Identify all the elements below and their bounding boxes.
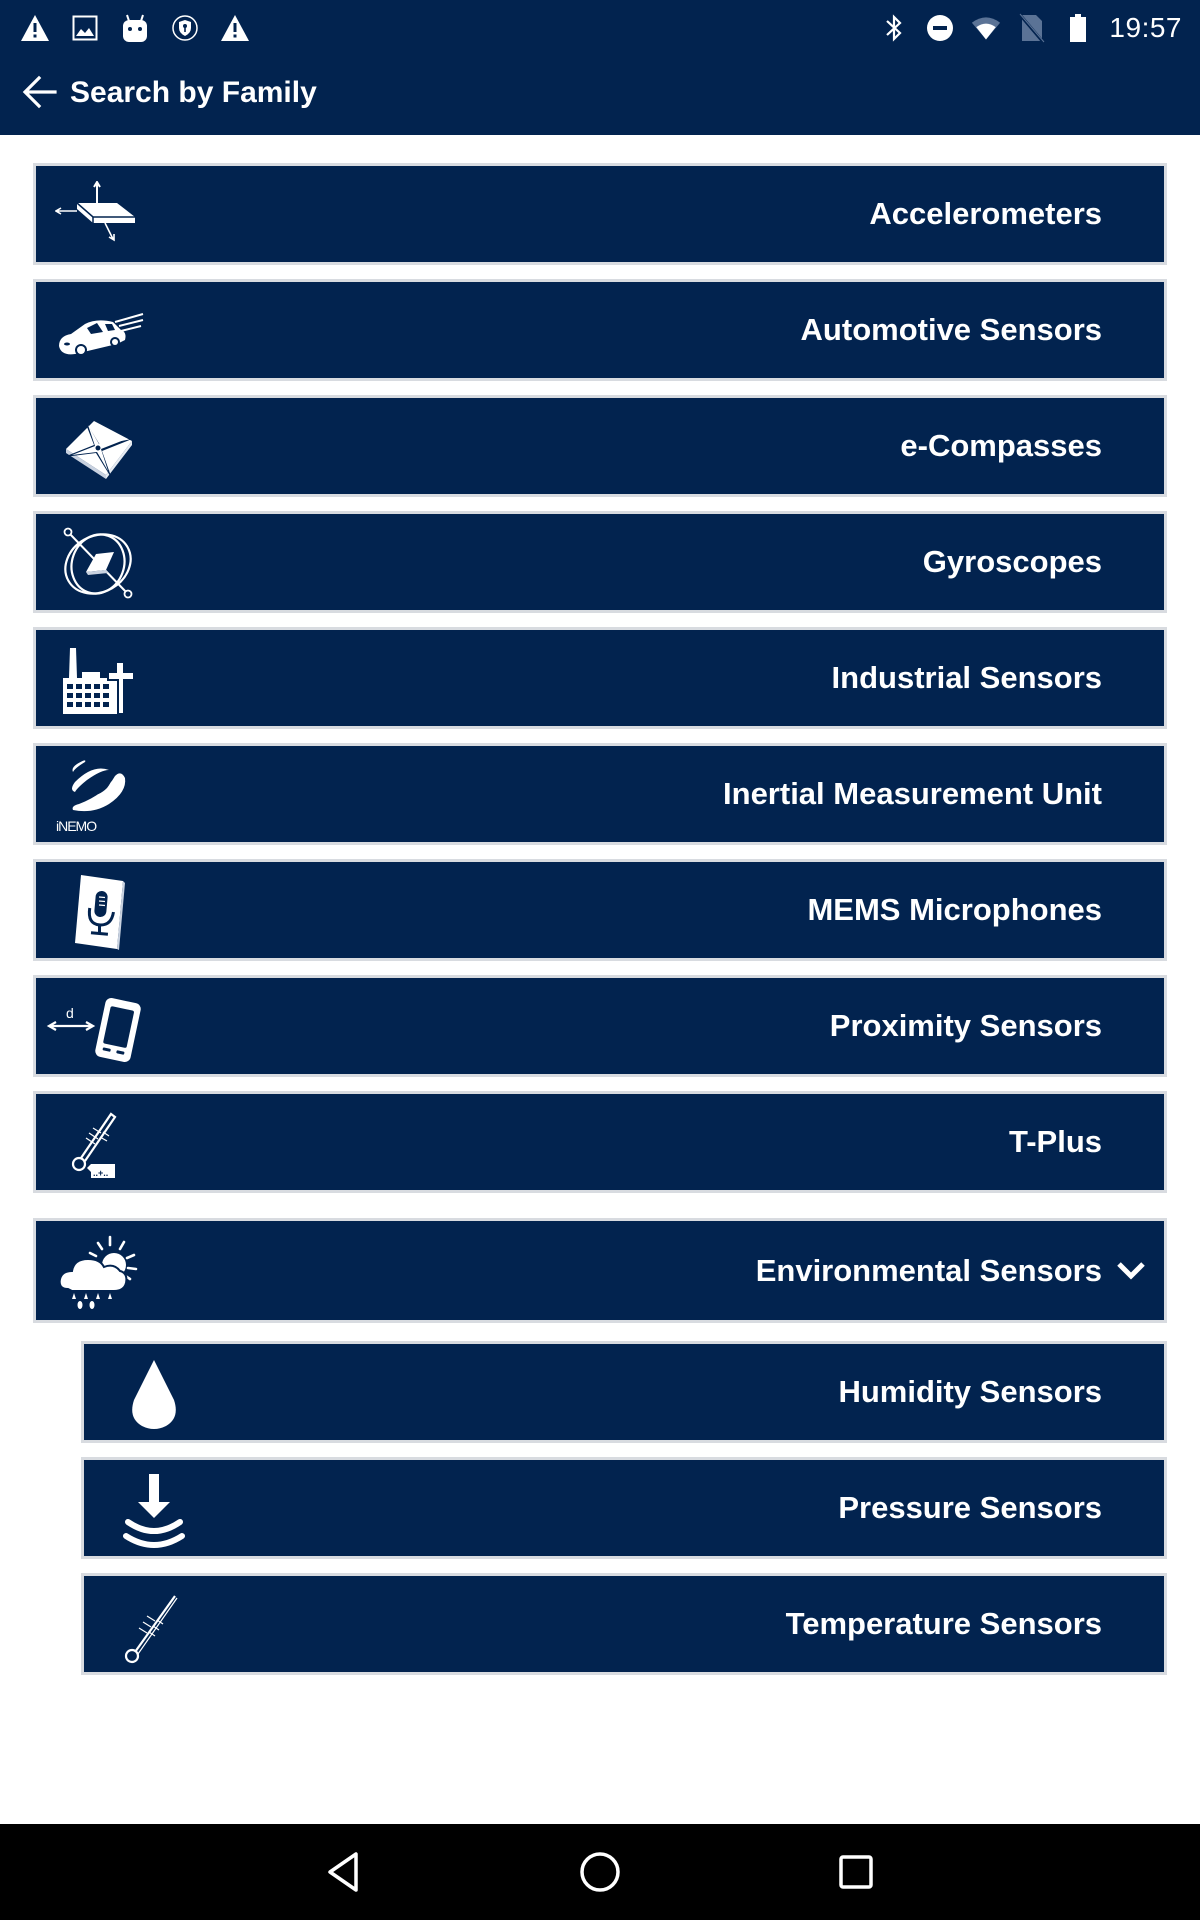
recents-square-icon bbox=[839, 1855, 873, 1889]
family-item-gyroscopes[interactable]: Gyroscopes bbox=[33, 511, 1167, 613]
family-item-industrial-sensors[interactable]: Industrial Sensors bbox=[33, 627, 1167, 729]
family-label: Inertial Measurement Unit bbox=[723, 776, 1102, 811]
water-drop-icon bbox=[104, 1352, 204, 1436]
family-item-proximity-sensors[interactable]: d Proximity Sensors bbox=[33, 975, 1167, 1077]
family-item-pressure-sensors[interactable]: Pressure Sensors bbox=[81, 1457, 1167, 1559]
family-item-mems-microphones[interactable]: MEMS Microphones bbox=[33, 859, 1167, 961]
chevron-down-icon[interactable] bbox=[1116, 1221, 1146, 1320]
warning-icon bbox=[220, 13, 250, 43]
family-label: Environmental Sensors bbox=[755, 1252, 1102, 1288]
family-label: Automotive Sensors bbox=[800, 312, 1102, 347]
family-label: Gyroscopes bbox=[922, 544, 1102, 579]
accelerometer-icon bbox=[50, 174, 150, 258]
family-label: Pressure Sensors bbox=[838, 1490, 1102, 1525]
app-bar: Search by Family bbox=[0, 60, 1200, 135]
family-label: e-Compasses bbox=[900, 428, 1102, 463]
inemo-icon: iNEMO bbox=[50, 754, 150, 838]
weather-icon bbox=[50, 1231, 150, 1315]
family-item-humidity-sensors[interactable]: Humidity Sensors bbox=[81, 1341, 1167, 1443]
no-sim-icon bbox=[1017, 13, 1047, 43]
home-circle-icon bbox=[580, 1852, 620, 1892]
family-label: Industrial Sensors bbox=[831, 660, 1102, 695]
back-button[interactable] bbox=[18, 70, 62, 114]
family-item-inertial-measurement-unit[interactable]: iNEMO Inertial Measurement Unit bbox=[33, 743, 1167, 845]
family-item-accelerometers[interactable]: Accelerometers bbox=[33, 163, 1167, 265]
do-not-disturb-icon bbox=[925, 13, 955, 43]
gyroscope-icon bbox=[50, 522, 150, 606]
notification-icons bbox=[20, 8, 250, 48]
family-item-automotive-sensors[interactable]: Automotive Sensors bbox=[33, 279, 1167, 381]
page-title: Search by Family bbox=[70, 76, 317, 109]
nav-recents-button[interactable] bbox=[826, 1842, 886, 1902]
bluetooth-icon bbox=[879, 13, 909, 43]
status-bar: 19:57 bbox=[0, 0, 1200, 60]
family-label: Proximity Sensors bbox=[829, 1008, 1102, 1043]
arrow-back-icon bbox=[22, 75, 57, 109]
android-icon bbox=[120, 13, 150, 43]
family-item-temperature-sensors[interactable]: Temperature Sensors bbox=[81, 1573, 1167, 1675]
car-icon bbox=[50, 290, 150, 374]
image-icon bbox=[70, 13, 100, 43]
back-triangle-icon bbox=[328, 1852, 358, 1892]
system-icons: 19:57 bbox=[879, 8, 1182, 48]
clock: 19:57 bbox=[1109, 12, 1182, 43]
thermometer-icon bbox=[104, 1584, 204, 1668]
inemo-caption: iNEMO bbox=[56, 818, 97, 834]
pressure-icon bbox=[104, 1468, 204, 1552]
family-item-environmental-sensors[interactable]: Environmental Sensors bbox=[33, 1218, 1167, 1323]
warning-icon bbox=[20, 13, 50, 43]
nav-home-button[interactable] bbox=[570, 1842, 630, 1902]
family-label: MEMS Microphones bbox=[807, 892, 1102, 927]
wifi-icon bbox=[971, 13, 1001, 43]
system-nav-bar bbox=[0, 1824, 1200, 1920]
family-item-t-plus[interactable]: ..+.. T-Plus bbox=[33, 1091, 1167, 1193]
family-item-e-compasses[interactable]: e-Compasses bbox=[33, 395, 1167, 497]
compass-icon bbox=[50, 406, 150, 490]
family-label: Temperature Sensors bbox=[785, 1606, 1102, 1641]
family-label: T-Plus bbox=[1008, 1124, 1102, 1159]
microphone-icon bbox=[50, 870, 150, 954]
nav-back-button[interactable] bbox=[314, 1842, 374, 1902]
proximity-caption: d bbox=[66, 1005, 74, 1021]
tplus-caption: ..+.. bbox=[93, 1168, 108, 1178]
vpn-key-icon bbox=[170, 13, 200, 43]
family-label: Accelerometers bbox=[869, 196, 1102, 231]
battery-icon bbox=[1063, 13, 1093, 43]
family-label: Humidity Sensors bbox=[838, 1374, 1102, 1409]
proximity-icon: d bbox=[46, 986, 146, 1070]
thermometer-plus-icon: ..+.. bbox=[50, 1102, 150, 1186]
factory-icon bbox=[50, 638, 150, 722]
